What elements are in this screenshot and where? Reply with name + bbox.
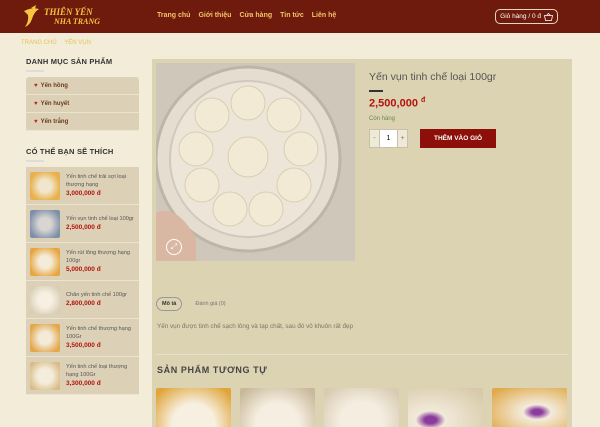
cart-label: Giỏ hàng / 0 đ [500, 13, 541, 20]
brand-logo[interactable]: THIÊN YẾN NHA TRANG [22, 3, 112, 30]
product-name[interactable]: Yến tinh chế thượng hạng 100Gr [66, 325, 139, 341]
nav-home[interactable]: Trang chủ [157, 12, 190, 19]
quantity-input[interactable] [379, 130, 398, 147]
nav-about[interactable]: Giới thiệu [198, 12, 231, 19]
suggested-product[interactable]: Yến tinh chế thượng hạng 100Gr 3,500,000… [26, 319, 139, 357]
main-nav: Trang chủ Giới thiệu Cửa hàng Tin tức Li… [157, 12, 336, 19]
product-thumbnail[interactable] [30, 361, 60, 390]
product-price: 2,800,000 đ [66, 300, 101, 307]
product-thumbnail[interactable] [30, 285, 60, 314]
related-products [156, 388, 567, 427]
nav-shop[interactable]: Cửa hàng [239, 12, 272, 19]
title-divider [369, 90, 383, 92]
nav-news[interactable]: Tin tức [280, 12, 304, 19]
heart-icon: ♥ [34, 100, 38, 107]
product-description: Yến vụn được tinh chế sạch lông và tạp c… [157, 323, 353, 330]
category-label: Yến huyết [40, 100, 70, 107]
basket-icon [544, 12, 553, 21]
product-price: 2,500,000 đ [66, 224, 101, 231]
related-product-thumbnail[interactable] [492, 388, 567, 427]
product-thumbnail[interactable] [30, 247, 60, 276]
category-item-yen-huyet[interactable]: ♥ Yến huyết [26, 95, 139, 113]
product-thumbnail[interactable] [30, 323, 60, 352]
divider [156, 354, 568, 355]
breadcrumb: TRANG CHỦ YẾN VỤN [21, 40, 97, 46]
related-product-thumbnail[interactable] [408, 388, 483, 427]
category-label: Yến hồng [40, 82, 68, 89]
breadcrumb-home[interactable]: TRANG CHỦ [21, 40, 57, 46]
product-price: 3,000,000 đ [66, 190, 101, 197]
cart-button[interactable]: Giỏ hàng / 0 đ [495, 9, 558, 24]
product-price: 3,300,000 đ [66, 380, 101, 387]
suggest-title: CÓ THỂ BẠN SẼ THÍCH [26, 147, 114, 156]
quantity-stepper: - + [369, 129, 408, 148]
brand-name-line1: THIÊN YẾN [44, 6, 93, 17]
tab-description[interactable]: Mô tả [156, 297, 183, 311]
product-name[interactable]: Yến rút lông thượng hạng 100gr [66, 249, 139, 265]
tab-reviews[interactable]: Đánh giá (0) [190, 298, 230, 310]
suggested-products: Yến tinh chế trải sợi loại thượng hạng 3… [26, 167, 139, 395]
price-value: 2,500,000 [369, 97, 418, 110]
heart-icon: ♥ [34, 82, 38, 89]
category-item-yen-trang[interactable]: ♥ Yến trắng [26, 113, 139, 131]
related-product-thumbnail[interactable] [156, 388, 231, 427]
zoom-icon[interactable]: ⤢ [166, 239, 182, 255]
bird-logo-icon [24, 4, 39, 27]
nav-contact[interactable]: Liên hệ [312, 12, 337, 19]
product-title: Yến vụn tinh chế loại 100gr [369, 71, 497, 83]
product-price: 3,500,000 đ [66, 342, 101, 349]
product-thumbnail[interactable] [30, 209, 60, 238]
product-name[interactable]: Yến vụn tinh chế loại 100gr [66, 215, 134, 223]
product-thumbnail[interactable] [30, 171, 60, 200]
suggested-product[interactable]: Yến rút lông thượng hạng 100gr 5,000,000… [26, 243, 139, 281]
product-tabs: Mô tả Đánh giá (0) [156, 297, 231, 311]
heart-icon: ♥ [34, 118, 38, 125]
category-item-yen-hong[interactable]: ♥ Yến hồng [26, 77, 139, 95]
product-name[interactable]: Yến tinh chế trải sợi loại thượng hạng [66, 173, 139, 189]
brand-name-line2: NHA TRANG [54, 16, 101, 26]
product-main-image[interactable]: ⤢ [156, 63, 355, 261]
breadcrumb-current[interactable]: YẾN VỤN [64, 40, 91, 46]
suggested-product[interactable]: Yến tinh chế trải sợi loại thượng hạng 3… [26, 167, 139, 205]
category-list: ♥ Yến hồng ♥ Yến huyết ♥ Yến trắng [26, 77, 139, 131]
sidebar: DANH MỤC SẢN PHẨM ♥ Yến hồng ♥ Yến huyết… [26, 57, 139, 395]
stock-status: Còn hàng [369, 116, 396, 122]
divider [26, 160, 44, 162]
bird-nest-photo [156, 63, 355, 261]
categories-title: DANH MỤC SẢN PHẨM [26, 57, 113, 66]
price-currency: đ [421, 97, 426, 104]
product-price: 2,500,000 đ [369, 97, 425, 110]
product-price: 5,000,000 đ [66, 266, 101, 273]
suggested-product[interactable]: Yến vụn tinh chế loại 100gr 2,500,000 đ [26, 205, 139, 243]
product-name[interactable]: Chân yến tinh chế 100gr [66, 291, 127, 299]
add-to-cart-button[interactable]: THÊM VÀO GIỎ [420, 129, 496, 148]
qty-plus-button[interactable]: + [398, 130, 407, 147]
suggested-product[interactable]: Yến tinh chế loại thượng hạng 100Gr 3,30… [26, 357, 139, 395]
divider [26, 70, 44, 72]
product-name[interactable]: Yến tinh chế loại thượng hạng 100Gr [66, 363, 139, 379]
related-product-thumbnail[interactable] [240, 388, 315, 427]
product-panel: ⤢ Yến vụn tinh chế loại 100gr 2,500,000 … [152, 59, 572, 427]
related-title: SẢN PHẨM TƯƠNG TỰ [157, 365, 268, 375]
related-product-thumbnail[interactable] [324, 388, 399, 427]
qty-minus-button[interactable]: - [370, 130, 379, 147]
site-header: THIÊN YẾN NHA TRANG Trang chủ Giới thiệu… [0, 0, 600, 33]
category-label: Yến trắng [40, 118, 69, 125]
suggested-product[interactable]: Chân yến tinh chế 100gr 2,800,000 đ [26, 281, 139, 319]
